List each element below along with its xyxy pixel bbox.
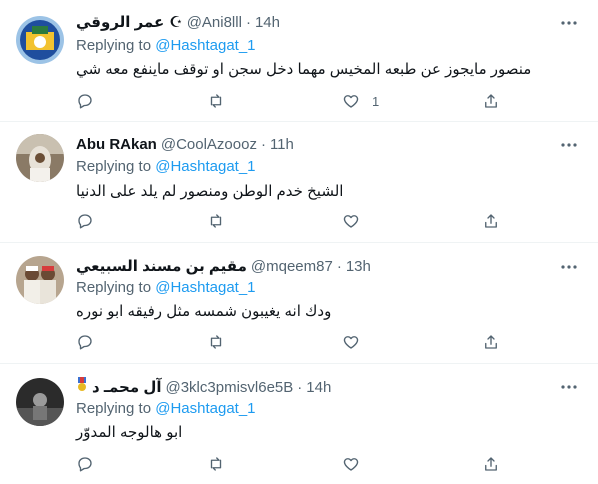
reply-button[interactable] [76, 91, 94, 111]
tweet-text: ودك انه يغيبون شمسه مثل رفيقه ابو نوره [76, 303, 332, 320]
like-icon [343, 215, 359, 228]
retweet-icon [210, 457, 222, 471]
tweet[interactable]: Abu RAkan @CoolAzoooz · 11h Replying to … [0, 122, 598, 243]
timestamp[interactable]: 11h [270, 135, 294, 155]
reply-button[interactable] [76, 211, 94, 231]
mention-link[interactable]: @Hashtagat_1 [155, 37, 255, 54]
reply-button[interactable] [76, 332, 94, 352]
reply-icon [78, 94, 92, 109]
author-name[interactable]: عمر الروقي [76, 13, 164, 33]
action-bar [76, 332, 516, 352]
replying-to: Replying to @Hashtagat_1 [76, 36, 256, 56]
share-icon [485, 214, 497, 228]
like-button[interactable] [342, 454, 372, 474]
replying-label: Replying to [76, 37, 152, 54]
avatar[interactable] [16, 16, 64, 64]
avatar[interactable] [16, 256, 64, 304]
action-bar [76, 454, 516, 474]
timestamp[interactable]: 14h [306, 378, 331, 398]
retweet-button[interactable] [207, 332, 225, 352]
share-button[interactable] [482, 454, 500, 474]
separator: · [297, 379, 303, 396]
reply-button[interactable] [76, 454, 94, 474]
mention-link[interactable]: @Hashtagat_1 [155, 158, 255, 175]
share-icon [485, 457, 497, 471]
author-handle[interactable]: @3klc3pmisvl6e5B [165, 378, 293, 398]
avatar[interactable] [16, 134, 64, 182]
retweet-icon [210, 214, 222, 228]
share-icon [485, 335, 497, 349]
mention-link[interactable]: @Hashtagat_1 [155, 400, 255, 417]
tweet-text: منصور مايجوز عن طبعه المخيس مهما دخل سجن… [76, 61, 532, 78]
author-handle[interactable]: @Ani8lll [187, 13, 242, 33]
retweet-button[interactable] [207, 211, 225, 231]
author-name[interactable]: Abu RAkan [76, 135, 157, 155]
action-bar: 1 [76, 91, 516, 111]
like-icon [343, 458, 359, 471]
reply-icon [78, 335, 92, 350]
mention-link[interactable]: @Hashtagat_1 [155, 279, 255, 296]
author-name[interactable]: آل محمـ د [92, 378, 161, 398]
replying-to: Replying to @Hashtagat_1 [76, 399, 256, 419]
tweet[interactable]: مقيم بن مسند السبيعي @mqeem87 · 13h Repl… [0, 243, 598, 364]
like-icon [343, 336, 359, 349]
reply-icon [78, 214, 92, 229]
badge-icon: ☪ [169, 14, 183, 31]
like-button[interactable] [342, 332, 372, 352]
replying-to: Replying to @Hashtagat_1 [76, 278, 256, 298]
tweet[interactable]: عمر الروقي ☪ @Ani8lll · 14h Replying to … [0, 0, 598, 122]
share-icon [485, 94, 497, 108]
medal-icon [76, 377, 88, 399]
share-button[interactable] [482, 91, 500, 111]
like-count: 1 [372, 93, 380, 109]
separator: · [245, 14, 251, 31]
author-name[interactable]: مقيم بن مسند السبيعي [76, 257, 247, 277]
replying-label: Replying to [76, 400, 152, 417]
action-bar [76, 211, 516, 231]
tweet-text: الشيخ خدم الوطن ومنصور لم يلد على الدنيا [76, 183, 344, 200]
separator: · [336, 258, 342, 275]
separator: · [260, 136, 266, 153]
retweet-button[interactable] [207, 454, 225, 474]
replying-label: Replying to [76, 279, 152, 296]
author-handle[interactable]: @mqeem87 [251, 257, 333, 277]
like-icon [343, 95, 359, 108]
author-handle[interactable]: @CoolAzoooz [161, 135, 257, 155]
tweet[interactable]: آل محمـ د @3klc3pmisvl6e5B · 14h Replyin… [0, 364, 598, 484]
tweet-text: ابو هالوجه المدوّر [76, 424, 183, 441]
share-button[interactable] [482, 211, 500, 231]
like-button[interactable]: 1 [342, 91, 379, 111]
more-icon[interactable] [560, 14, 578, 32]
retweet-icon [210, 94, 222, 108]
reply-icon [78, 457, 92, 472]
more-icon[interactable] [560, 378, 578, 396]
more-icon[interactable] [560, 258, 578, 276]
replying-to: Replying to @Hashtagat_1 [76, 157, 256, 177]
timestamp[interactable]: 13h [346, 257, 371, 277]
retweet-button[interactable] [207, 91, 225, 111]
timestamp[interactable]: 14h [255, 13, 280, 33]
more-icon[interactable] [560, 136, 578, 154]
avatar[interactable] [16, 378, 64, 426]
share-button[interactable] [482, 332, 500, 352]
retweet-icon [210, 335, 222, 349]
replying-label: Replying to [76, 158, 152, 175]
like-button[interactable] [342, 211, 372, 231]
